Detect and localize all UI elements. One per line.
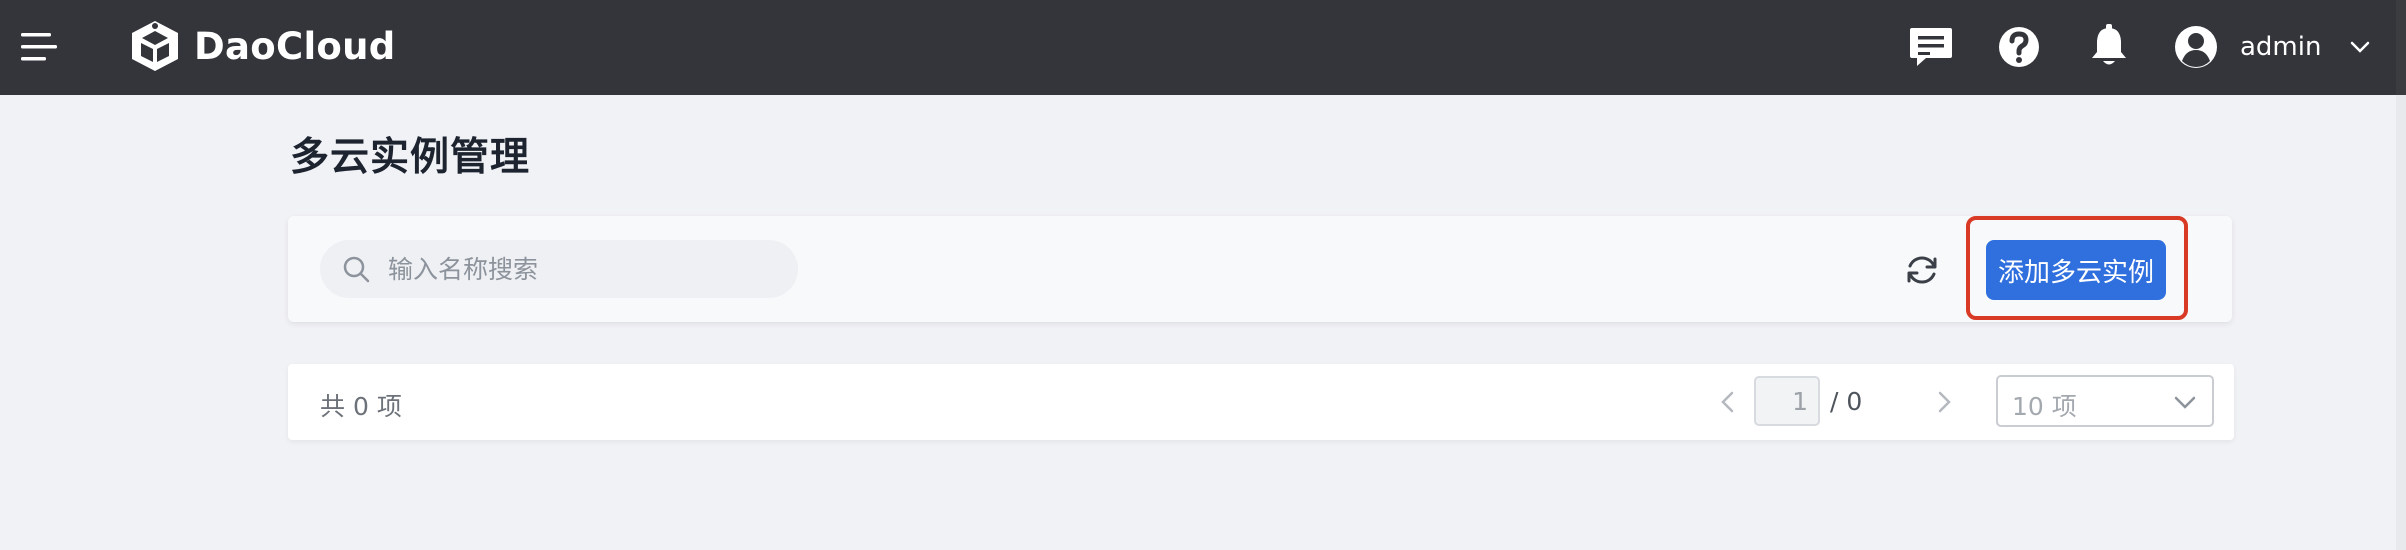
user-name: admin [2240, 32, 2322, 62]
add-multicloud-instance-button[interactable]: 添加多云实例 [1986, 240, 2166, 300]
total-label: 共 [320, 392, 346, 421]
bell-icon[interactable] [2082, 20, 2136, 74]
toolbar: 添加多云实例 [288, 216, 2232, 322]
search-box[interactable] [320, 240, 798, 298]
scrollbar-track[interactable] [2396, 95, 2406, 550]
user-avatar-icon [2175, 26, 2217, 68]
daocloud-logo-icon [132, 21, 178, 71]
pagination-bar: 共0项 / 0 10 项 [288, 364, 2234, 440]
help-icon[interactable] [1992, 20, 2046, 74]
chevron-left-icon[interactable] [1712, 386, 1744, 418]
page-size-select[interactable]: 10 项 [1996, 375, 2214, 427]
chevron-down-icon [2174, 396, 2196, 409]
page-number-input[interactable] [1754, 376, 1820, 426]
menu-icon[interactable] [18, 28, 62, 66]
total-unit: 项 [376, 392, 402, 421]
page-size-value: 10 项 [2012, 392, 2077, 421]
chevron-down-icon [2351, 41, 2370, 53]
page-total: / 0 [1830, 387, 1863, 416]
daocloud-logo[interactable]: DaoCloud [126, 16, 396, 76]
user-menu[interactable]: admin [2172, 18, 2375, 76]
total-count: 共0项 [320, 387, 410, 423]
chevron-right-icon[interactable] [1928, 386, 1960, 418]
total-value: 0 [353, 392, 369, 421]
top-navigation-bar: DaoCloud admin [0, 0, 2396, 95]
refresh-icon[interactable] [1902, 250, 1942, 290]
page-title: 多云实例管理 [290, 135, 531, 180]
search-icon [343, 256, 370, 283]
window-scrollbar[interactable] [2396, 0, 2406, 550]
search-input[interactable] [386, 253, 770, 285]
brand-name: DaoCloud [194, 24, 396, 68]
message-icon[interactable] [1904, 20, 1958, 74]
